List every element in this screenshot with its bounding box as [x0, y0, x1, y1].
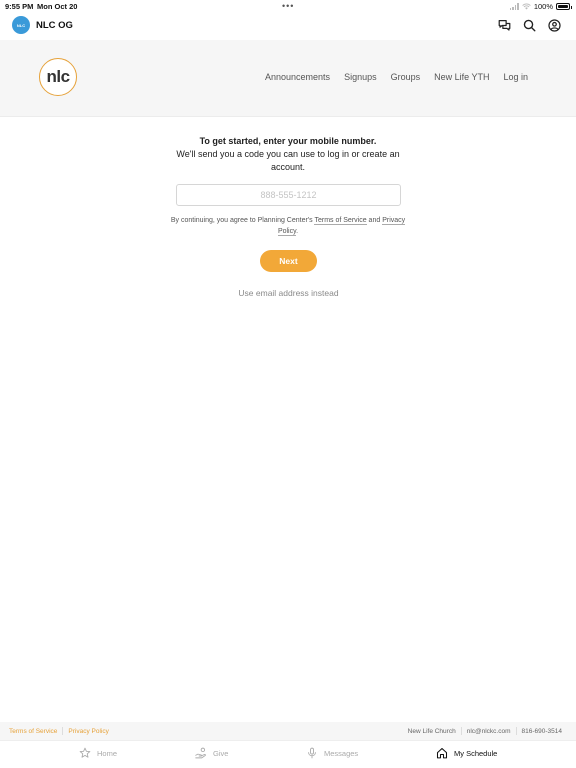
footer-privacy-link[interactable]: Privacy Policy: [68, 728, 108, 735]
tab-home[interactable]: Home: [79, 747, 117, 759]
account-icon[interactable]: [547, 18, 561, 32]
footer-contact: New Life Church nlc@nlckc.com 816-690-35…: [408, 727, 562, 735]
nav-link-announcements[interactable]: Announcements: [265, 72, 330, 82]
status-date: Mon Oct 20: [37, 2, 78, 11]
church-logo[interactable]: nlc: [39, 58, 77, 96]
bottom-tab-bar: Home Give Messages My Schedule: [0, 740, 576, 768]
login-instructions-body: We'll send you a code you can use to log…: [176, 149, 400, 172]
terms-of-service-link[interactable]: Terms of Service: [314, 217, 367, 225]
tab-my-schedule-label: My Schedule: [454, 748, 498, 758]
login-instructions: To get started, enter your mobile number…: [170, 135, 406, 174]
nav-link-groups[interactable]: Groups: [391, 72, 421, 82]
give-hand-icon: [195, 747, 206, 759]
nav-link-new-life-yth[interactable]: New Life YTH: [434, 72, 489, 82]
status-bar: 9:55 PM Mon Oct 20 ••• 100%: [0, 0, 576, 12]
app-title: NLC OG: [36, 20, 73, 31]
tab-my-schedule[interactable]: My Schedule: [436, 747, 497, 759]
tab-messages[interactable]: Messages: [306, 747, 358, 759]
app-logo[interactable]: NLC: [12, 16, 30, 34]
login-instructions-title: To get started, enter your mobile number…: [199, 136, 377, 146]
phone-number-input[interactable]: [176, 184, 401, 206]
footer-legal-links: Terms of Service Privacy Policy: [9, 727, 109, 735]
footer-phone[interactable]: 816-690-3514: [522, 728, 562, 735]
next-button[interactable]: Next: [260, 250, 317, 272]
nav-links: Announcements Signups Groups New Life YT…: [265, 72, 528, 82]
nav-link-log-in[interactable]: Log in: [503, 72, 528, 82]
footer-divider: [515, 727, 517, 735]
tab-give[interactable]: Give: [195, 747, 228, 759]
terms-suffix: .: [296, 228, 299, 235]
nav-link-signups[interactable]: Signups: [344, 72, 377, 82]
chat-bubbles-icon[interactable]: [497, 18, 511, 32]
battery-icon: [556, 3, 572, 10]
footer-church-name: New Life Church: [407, 727, 456, 735]
terms-prefix: By continuing, you agree to Planning Cen…: [170, 217, 315, 224]
terms-middle: and: [366, 217, 383, 224]
multitasking-dots[interactable]: •••: [282, 1, 294, 11]
footer-terms-link[interactable]: Terms of Service: [9, 728, 57, 735]
terms-notice: By continuing, you agree to Planning Cen…: [170, 215, 406, 237]
site-nav: nlc Announcements Signups Groups New Lif…: [0, 40, 576, 117]
home-icon: [436, 747, 448, 759]
battery-percent: 100%: [533, 2, 553, 11]
microphone-icon: [308, 747, 316, 759]
tab-give-label: Give: [213, 748, 229, 758]
star-icon: [79, 747, 91, 758]
footer-divider: [62, 727, 64, 735]
status-indicators: 100%: [509, 2, 572, 11]
tab-home-label: Home: [97, 748, 118, 758]
footer-divider: [460, 727, 462, 735]
footer-email[interactable]: nlc@nlckc.com: [467, 728, 511, 735]
site-footer: Terms of Service Privacy Policy New Life…: [0, 722, 576, 740]
status-time: 9:55 PM: [5, 2, 34, 11]
search-icon[interactable]: [522, 18, 536, 32]
use-email-link[interactable]: Use email address instead: [176, 288, 401, 298]
tab-messages-label: Messages: [324, 748, 359, 758]
cellular-signal-icon: [509, 3, 519, 10]
wifi-icon: [522, 3, 531, 10]
app-header: NLC NLC OG: [0, 12, 576, 40]
